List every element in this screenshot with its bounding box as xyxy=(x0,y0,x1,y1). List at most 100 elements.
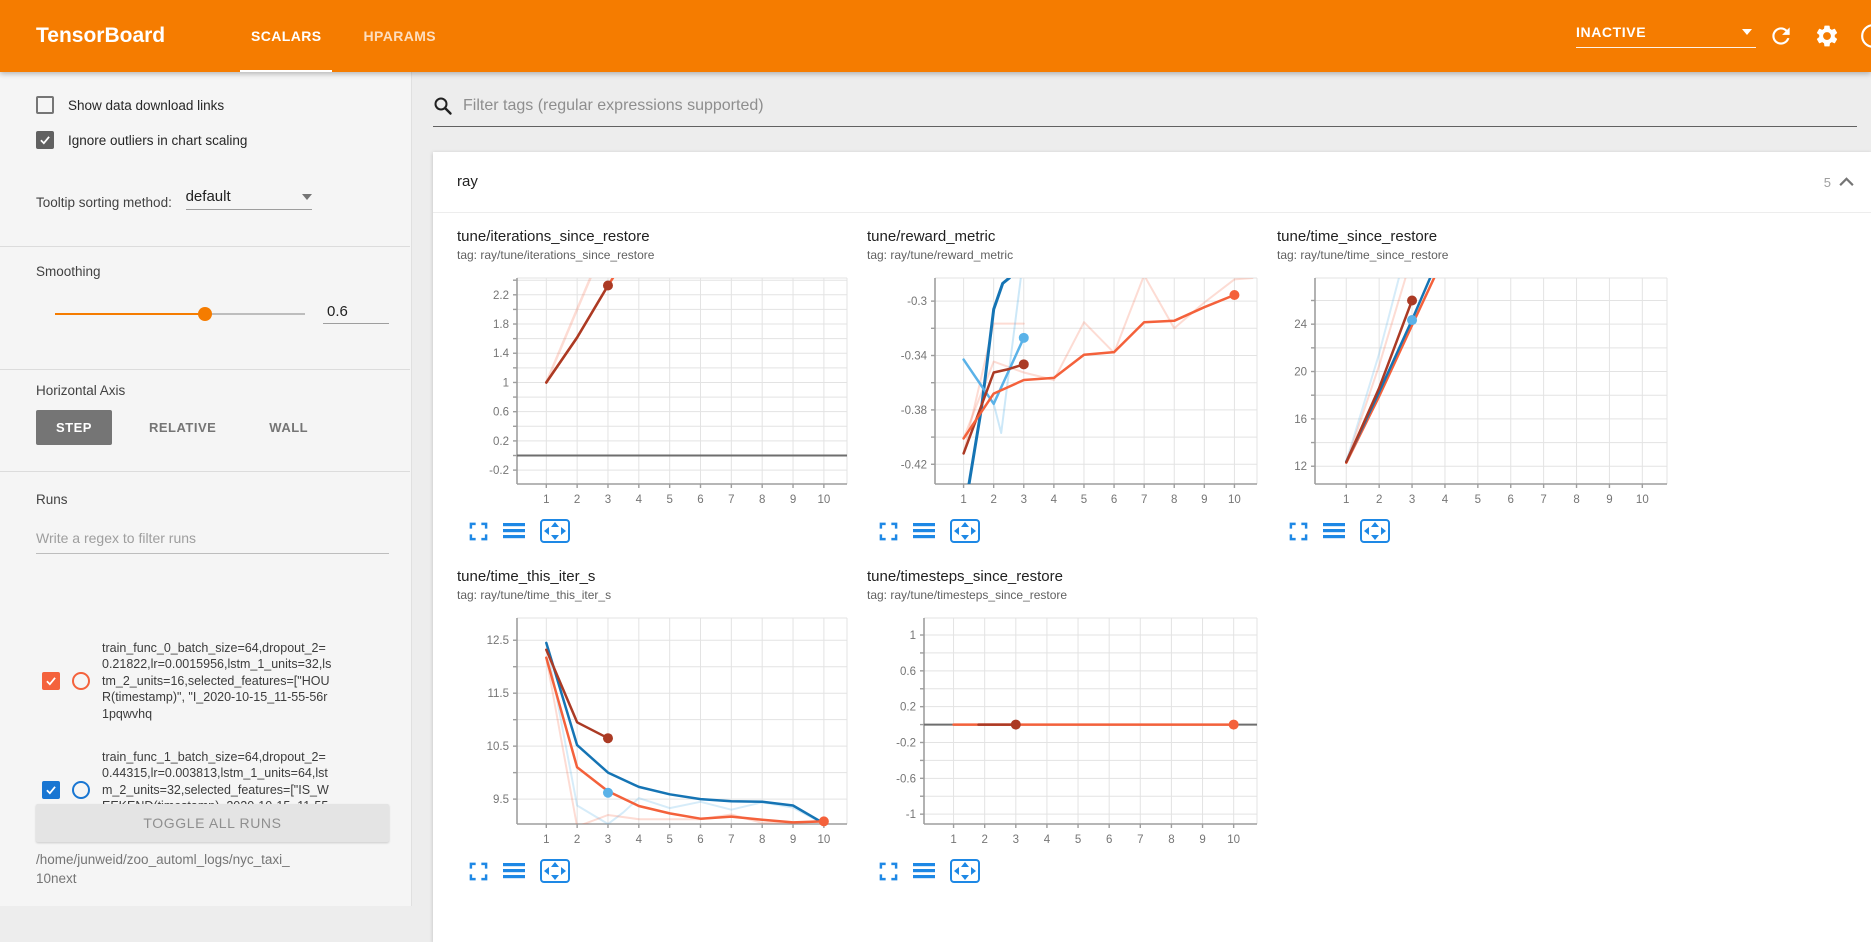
chart-plot[interactable]: 10.60.2-0.2-0.6-112345678910 xyxy=(867,611,1267,849)
slider-thumb[interactable] xyxy=(198,307,212,321)
svg-text:2.2: 2.2 xyxy=(493,290,509,302)
runs-selector-icon[interactable] xyxy=(503,522,525,541)
svg-text:1: 1 xyxy=(910,630,916,642)
smoothing-slider[interactable] xyxy=(55,313,305,315)
expand-chart-icon[interactable] xyxy=(879,522,898,541)
chart-actions xyxy=(867,859,1267,883)
tooltip-sorting-value: default xyxy=(186,188,231,205)
ignore-outliers-row[interactable]: Ignore outliers in chart scaling xyxy=(36,131,389,149)
svg-text:3: 3 xyxy=(605,494,611,506)
svg-text:3: 3 xyxy=(1409,494,1415,506)
axis-wall-button[interactable]: WALL xyxy=(253,410,324,445)
tooltip-sorting-select[interactable]: default xyxy=(186,188,312,210)
chevron-down-icon xyxy=(302,194,312,200)
run-name-line: 0.44315,lr=0.003813,lstm_1_units=64,lst xyxy=(102,765,394,781)
chart-card: tune/reward_metrictag: ray/tune/reward_m… xyxy=(867,228,1267,558)
fit-domain-icon[interactable] xyxy=(1360,519,1390,543)
svg-text:-0.2: -0.2 xyxy=(489,465,509,477)
runs-list: train_func_0_batch_size=64,dropout_2=0.2… xyxy=(0,640,411,806)
svg-text:1.8: 1.8 xyxy=(493,319,509,331)
svg-text:10: 10 xyxy=(817,834,830,846)
svg-text:12: 12 xyxy=(1294,461,1307,473)
smoothing-row: 0.6 xyxy=(36,303,389,324)
chart-plot[interactable]: 12.511.510.59.512345678910 xyxy=(457,611,857,849)
run-name-line: R(timestamp)", "I_2020-10-15_11-55-56r xyxy=(102,689,394,705)
divider xyxy=(0,246,410,247)
show-download-links-row[interactable]: Show data download links xyxy=(36,96,389,114)
runs-selector-icon[interactable] xyxy=(913,862,935,881)
svg-text:1: 1 xyxy=(503,377,509,389)
run-name-line: tm_2_units=16,selected_features=["HOU xyxy=(102,673,394,689)
chart-plot[interactable]: 2420161212345678910 xyxy=(1277,271,1677,509)
checkbox-checked-icon[interactable] xyxy=(36,131,54,149)
run-name: train_func_0_batch_size=64,dropout_2=0.2… xyxy=(102,640,394,722)
chart-plot[interactable]: 2.21.81.410.60.2-0.212345678910 xyxy=(457,271,857,509)
expand-chart-icon[interactable] xyxy=(879,862,898,881)
smoothing-value[interactable]: 0.6 xyxy=(323,303,389,324)
expand-chart-icon[interactable] xyxy=(1289,522,1308,541)
status-select[interactable]: INACTIVE xyxy=(1576,24,1756,48)
svg-text:-0.34: -0.34 xyxy=(901,351,928,363)
tab-hparams[interactable]: HPARAMS xyxy=(352,0,447,72)
tag-group-header[interactable]: ray 5 xyxy=(433,152,1871,213)
svg-text:2: 2 xyxy=(574,494,580,506)
run-color-radio-icon[interactable] xyxy=(72,781,90,799)
app-header: TensorBoard SCALARS HPARAMS INACTIVE xyxy=(0,0,1871,72)
checkbox-unchecked-icon[interactable] xyxy=(36,96,54,114)
run-filter-input[interactable]: Write a regex to filter runs xyxy=(36,530,389,554)
run-row[interactable]: train_func_0_batch_size=64,dropout_2=0.2… xyxy=(0,640,411,722)
svg-text:2: 2 xyxy=(1376,494,1382,506)
chart-plot[interactable]: -0.3-0.34-0.38-0.4212345678910 xyxy=(867,271,1267,509)
svg-text:-0.3: -0.3 xyxy=(907,296,927,308)
svg-text:5: 5 xyxy=(1475,494,1481,506)
axis-relative-button[interactable]: RELATIVE xyxy=(133,410,232,445)
expand-chart-icon[interactable] xyxy=(469,862,488,881)
svg-text:0.6: 0.6 xyxy=(493,407,509,419)
run-color-radio-icon[interactable] xyxy=(72,672,90,690)
log-directory-path: /home/junweid/zoo_automl_logs/nyc_taxi_ … xyxy=(36,850,389,888)
chevron-up-icon[interactable] xyxy=(1838,175,1855,189)
runs-selector-icon[interactable] xyxy=(503,862,525,881)
svg-text:5: 5 xyxy=(666,494,672,506)
checkbox-label: Ignore outliers in chart scaling xyxy=(68,133,247,148)
chart-tag: tag: ray/tune/time_this_iter_s xyxy=(457,588,857,603)
svg-text:9: 9 xyxy=(790,834,796,846)
toggle-all-runs-button[interactable]: TOGGLE ALL RUNS xyxy=(36,804,389,842)
svg-text:6: 6 xyxy=(697,834,703,846)
tab-bar: SCALARS HPARAMS xyxy=(240,0,447,72)
svg-text:8: 8 xyxy=(759,494,765,506)
expand-chart-icon[interactable] xyxy=(469,522,488,541)
svg-text:0.2: 0.2 xyxy=(900,702,916,714)
refresh-icon[interactable] xyxy=(1768,23,1794,49)
svg-text:2: 2 xyxy=(990,494,996,506)
search-icon xyxy=(433,96,453,116)
chart-actions xyxy=(867,519,1267,543)
fit-domain-icon[interactable] xyxy=(950,859,980,883)
runs-label: Runs xyxy=(36,492,389,507)
runs-selector-icon[interactable] xyxy=(913,522,935,541)
svg-text:6: 6 xyxy=(1111,494,1117,506)
svg-text:5: 5 xyxy=(1081,494,1087,506)
run-checkbox-checked-icon[interactable] xyxy=(42,672,60,690)
svg-text:9: 9 xyxy=(790,494,796,506)
svg-text:10: 10 xyxy=(1636,494,1649,506)
svg-text:9: 9 xyxy=(1199,834,1205,846)
runs-selector-icon[interactable] xyxy=(1323,522,1345,541)
slider-fill xyxy=(55,313,205,315)
svg-text:1.4: 1.4 xyxy=(493,348,510,360)
svg-text:8: 8 xyxy=(759,834,765,846)
svg-text:11.5: 11.5 xyxy=(487,688,509,700)
axis-step-button[interactable]: STEP xyxy=(36,410,112,445)
tab-scalars[interactable]: SCALARS xyxy=(240,0,332,72)
run-row[interactable]: train_func_1_batch_size=64,dropout_2=0.4… xyxy=(0,749,411,806)
fit-domain-icon[interactable] xyxy=(540,859,570,883)
tag-filter-input[interactable]: Filter tags (regular expressions support… xyxy=(433,96,1857,127)
gear-icon[interactable] xyxy=(1814,23,1840,49)
svg-text:7: 7 xyxy=(728,494,734,506)
fit-domain-icon[interactable] xyxy=(540,519,570,543)
help-icon[interactable] xyxy=(1860,23,1871,49)
tag-group-card: ray 5 tune/iterations_since_restoretag: … xyxy=(433,152,1871,942)
fit-domain-icon[interactable] xyxy=(950,519,980,543)
sidebar: Show data download links Ignore outliers… xyxy=(0,72,412,906)
run-checkbox-checked-icon[interactable] xyxy=(42,781,60,799)
